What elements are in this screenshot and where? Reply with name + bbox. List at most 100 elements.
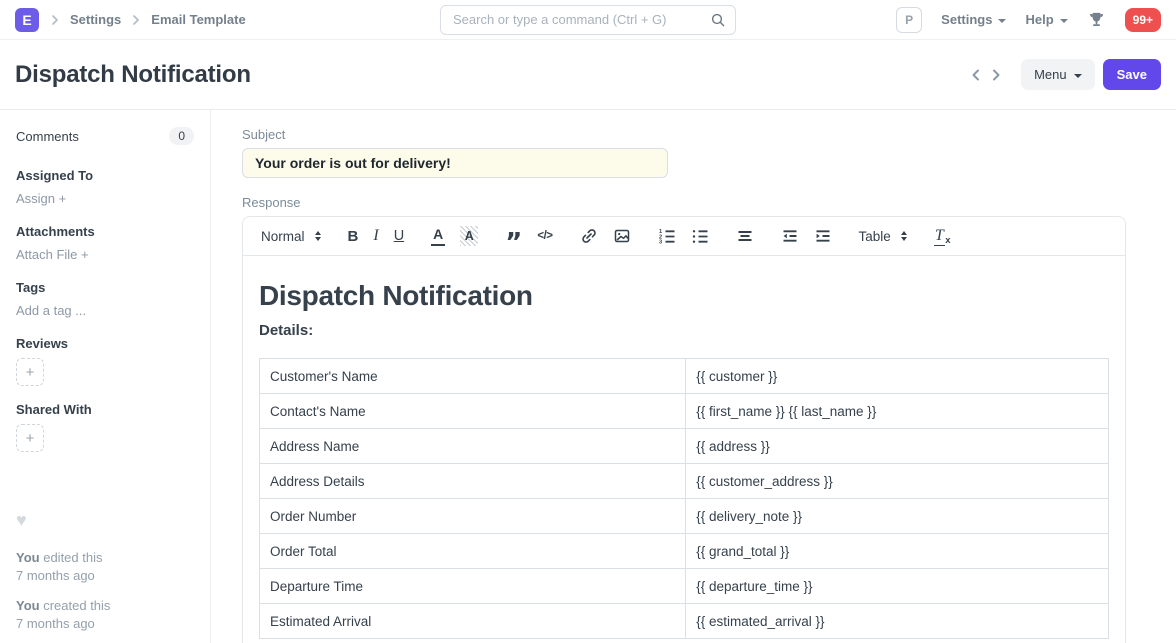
- attach-file-button[interactable]: Attach File +: [16, 247, 89, 262]
- assign-button[interactable]: Assign +: [16, 191, 66, 206]
- table-row: Customer's Name {{ customer }}: [260, 359, 1109, 394]
- row-value: {{ delivery_note }}: [686, 499, 1109, 534]
- settings-dropdown[interactable]: Settings: [941, 12, 1006, 27]
- page-actions: Menu Save: [967, 59, 1161, 90]
- menu-button[interactable]: Menu: [1021, 59, 1095, 90]
- clear-formatting-t: T: [934, 228, 945, 246]
- edited-who: You: [16, 550, 40, 565]
- table-row: Address Details {{ customer_address }}: [260, 464, 1109, 499]
- ordered-list-button[interactable]: 1 2 3: [658, 226, 676, 246]
- share-button[interactable]: +: [16, 424, 44, 452]
- search-input[interactable]: [440, 5, 736, 35]
- row-value: {{ estimated_arrival }}: [686, 604, 1109, 639]
- search-icon[interactable]: [710, 12, 726, 28]
- editor-content[interactable]: Dispatch Notification Details: Customer'…: [243, 256, 1125, 643]
- paragraph-style-select[interactable]: Normal: [261, 226, 321, 246]
- row-value: {{ customer_address }}: [686, 464, 1109, 499]
- shared-with-label: Shared With: [16, 402, 194, 417]
- updown-arrows-icon: [901, 231, 907, 242]
- like-heart-icon[interactable]: ♥: [16, 510, 194, 531]
- prev-document-icon[interactable]: [967, 66, 985, 84]
- row-label: Contact's Name: [260, 394, 686, 429]
- add-tag-input[interactable]: Add a tag ...: [16, 303, 86, 318]
- next-document-icon[interactable]: [987, 66, 1005, 84]
- response-field-label: Response: [242, 195, 1126, 210]
- text-align-button[interactable]: [736, 226, 754, 246]
- blockquote-button[interactable]: ”: [505, 233, 522, 253]
- email-body-subheading: Details:: [259, 322, 1109, 339]
- user-avatar[interactable]: P: [896, 7, 922, 33]
- breadcrumb-email-template[interactable]: Email Template: [148, 12, 248, 27]
- settings-dropdown-label: Settings: [941, 12, 992, 27]
- paragraph-style-value: Normal: [261, 229, 305, 244]
- image-button[interactable]: [613, 226, 631, 246]
- bold-button[interactable]: B: [348, 226, 359, 246]
- bullet-list-button[interactable]: [691, 226, 709, 246]
- highlight-color-button[interactable]: A: [460, 226, 478, 246]
- chevron-down-icon: [998, 19, 1006, 23]
- sidebar: Comments 0 Assigned To Assign + Attachme…: [0, 110, 211, 643]
- breadcrumb-settings[interactable]: Settings: [67, 12, 124, 27]
- menu-button-label: Menu: [1034, 67, 1067, 82]
- sidebar-item-comments[interactable]: Comments 0: [16, 127, 194, 145]
- attachments-section: Attachments Attach File +: [16, 224, 194, 264]
- comments-label: Comments: [16, 129, 79, 144]
- page-title: Dispatch Notification: [15, 61, 251, 89]
- subject-input[interactable]: [242, 148, 668, 178]
- table-row: Contact's Name {{ first_name }} {{ last_…: [260, 394, 1109, 429]
- reviews-label: Reviews: [16, 336, 194, 351]
- row-label: Customer's Name: [260, 359, 686, 394]
- chevron-down-icon: [1060, 19, 1068, 23]
- email-variables-table: Customer's Name {{ customer }} Contact's…: [259, 358, 1109, 639]
- text-color-button[interactable]: A: [431, 226, 445, 246]
- add-review-button[interactable]: +: [16, 358, 44, 386]
- table-row: Order Total {{ grand_total }}: [260, 534, 1109, 569]
- table-row: Departure Time {{ departure_time }}: [260, 569, 1109, 604]
- save-button[interactable]: Save: [1103, 59, 1161, 90]
- global-search: [440, 5, 736, 35]
- table-row: Address Name {{ address }}: [260, 429, 1109, 464]
- outdent-button[interactable]: [781, 226, 799, 246]
- assigned-to-label: Assigned To: [16, 168, 194, 183]
- subject-field-label: Subject: [242, 127, 1126, 142]
- help-dropdown-label: Help: [1025, 12, 1053, 27]
- code-button[interactable]: </>: [537, 226, 552, 246]
- tags-section: Tags Add a tag ...: [16, 280, 194, 320]
- link-button[interactable]: [580, 226, 598, 246]
- created-when: 7 months ago: [16, 616, 95, 631]
- table-row: Estimated Arrival {{ estimated_arrival }…: [260, 604, 1109, 639]
- table-row: Order Number {{ delivery_note }}: [260, 499, 1109, 534]
- row-label: Order Number: [260, 499, 686, 534]
- row-label: Estimated Arrival: [260, 604, 686, 639]
- clear-formatting-button[interactable]: T x: [934, 226, 951, 246]
- form-area: Subject Response Normal B I U A: [211, 110, 1176, 643]
- svg-text:3: 3: [659, 240, 662, 245]
- navbar: E Settings Email Template P Settings Hel…: [0, 0, 1176, 40]
- email-body-heading: Dispatch Notification: [259, 280, 1109, 312]
- row-label: Order Total: [260, 534, 686, 569]
- table-menu-select[interactable]: Table: [859, 226, 907, 246]
- chevron-right-icon: [128, 12, 144, 28]
- chevron-down-icon: [1074, 74, 1082, 78]
- updown-arrows-icon: [315, 231, 321, 242]
- row-value: {{ address }}: [686, 429, 1109, 464]
- indent-button[interactable]: [814, 226, 832, 246]
- shared-with-section: Shared With +: [16, 402, 194, 452]
- attachments-label: Attachments: [16, 224, 194, 239]
- breadcrumb: E Settings Email Template: [15, 8, 440, 32]
- app-logo[interactable]: E: [15, 8, 39, 32]
- edited-when: 7 months ago: [16, 568, 95, 583]
- help-dropdown[interactable]: Help: [1025, 12, 1067, 27]
- italic-button[interactable]: I: [373, 226, 378, 246]
- notifications-badge[interactable]: 99+: [1125, 8, 1161, 32]
- trophy-icon[interactable]: [1087, 10, 1106, 29]
- row-value: {{ grand_total }}: [686, 534, 1109, 569]
- underline-button[interactable]: U: [394, 226, 404, 246]
- created-action: created this: [43, 598, 110, 613]
- row-label: Departure Time: [260, 569, 686, 604]
- tags-label: Tags: [16, 280, 194, 295]
- reviews-section: Reviews +: [16, 336, 194, 386]
- row-label: Address Details: [260, 464, 686, 499]
- assigned-to-section: Assigned To Assign +: [16, 168, 194, 208]
- row-value: {{ departure_time }}: [686, 569, 1109, 604]
